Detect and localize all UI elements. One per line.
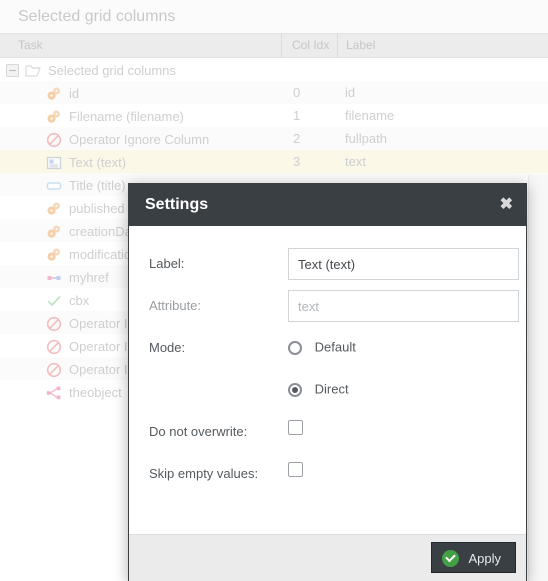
do-not-overwrite-caption: Do not overwrite: xyxy=(149,424,248,439)
attribute-caption: Attribute: xyxy=(149,298,202,313)
gears-icon xyxy=(46,109,62,125)
radio-default-icon xyxy=(288,340,302,355)
gears-icon xyxy=(46,247,62,263)
column-header-task[interactable]: Task xyxy=(0,34,281,57)
collapse-toggle-icon[interactable] xyxy=(6,64,19,78)
radio-mode-direct[interactable]: Direct xyxy=(288,378,349,400)
cell-col-idx: 3 xyxy=(293,154,301,169)
dialog-title: Settings xyxy=(145,196,209,213)
gears-icon xyxy=(46,86,62,102)
cell-task: Text (text) xyxy=(0,150,327,173)
dialog-header: Settings ✖ xyxy=(129,184,526,226)
column-header-col-idx[interactable]: Col Idx xyxy=(281,34,337,57)
row-task-label: cbx xyxy=(69,293,90,309)
link-icon xyxy=(46,270,62,286)
table-row[interactable]: id 0 id xyxy=(0,81,548,104)
cell-col-idx: 2 xyxy=(293,131,301,146)
field-row-attribute: Attribute: xyxy=(143,290,519,332)
cell-label: id xyxy=(345,85,356,100)
ignore-icon xyxy=(46,339,62,355)
apply-button[interactable]: Apply xyxy=(431,542,516,573)
text-field-icon xyxy=(46,155,62,171)
cell-col-idx xyxy=(281,58,337,81)
row-task-label: Selected grid columns xyxy=(48,63,176,79)
apply-button-label: Apply xyxy=(468,551,501,567)
table-row[interactable]: Operator Ignore Column 2 fullpath xyxy=(0,127,548,150)
row-task-label: myhref xyxy=(69,270,109,286)
table-row[interactable]: Selected grid columns xyxy=(0,58,548,81)
radio-default-label: Default xyxy=(314,339,356,355)
dialog-body: Label: Attribute: Mode: Default Direct D… xyxy=(129,226,526,534)
ignore-icon xyxy=(46,132,62,148)
row-task-label: published xyxy=(69,201,125,217)
radio-direct-icon xyxy=(288,382,302,397)
field-row-mode: Mode: Default Direct xyxy=(143,332,512,416)
row-task-label: Operator Ignore Column xyxy=(69,132,210,148)
row-task-label: theobject xyxy=(69,385,122,401)
radio-direct-label: Direct xyxy=(314,381,349,397)
skip-empty-values-checkbox[interactable] xyxy=(288,462,303,477)
checkmark-circle-icon xyxy=(442,550,460,568)
row-task-label: id xyxy=(69,86,80,102)
grid-header-row: Task Col Idx Label xyxy=(0,33,548,58)
right-gutter xyxy=(528,175,548,581)
field-row-skip-empty: Skip empty values: xyxy=(143,458,512,500)
ignore-icon xyxy=(46,362,62,378)
dialog-footer: Apply xyxy=(129,534,526,581)
cell-task: Filename (filename) xyxy=(0,104,327,127)
cell-label: text xyxy=(345,154,366,169)
ignore-icon xyxy=(46,316,62,332)
cell-col-idx: 1 xyxy=(293,108,301,123)
cell-task: Operator Ignore Column xyxy=(0,127,327,150)
table-row[interactable]: Filename (filename) 1 filename xyxy=(0,104,548,127)
row-task-label: Text (text) xyxy=(69,155,127,171)
table-row[interactable]: Text (text) 3 text xyxy=(0,150,548,173)
page-title: Selected grid columns xyxy=(0,0,548,33)
radio-mode-default[interactable]: Default xyxy=(288,336,356,358)
field-row-label: Label: xyxy=(143,248,519,290)
mode-caption: Mode: xyxy=(149,340,186,355)
cell-label: filename xyxy=(345,108,395,123)
skip-empty-values-caption: Skip empty values: xyxy=(149,466,259,481)
textbox-icon xyxy=(46,178,62,194)
row-task-label: Filename (filename) xyxy=(69,109,184,125)
field-row-do-not-overwrite: Do not overwrite: xyxy=(143,416,512,458)
attribute-input[interactable] xyxy=(288,290,519,322)
gears-icon xyxy=(46,201,62,217)
cell-task: Selected grid columns xyxy=(0,58,287,81)
do-not-overwrite-checkbox[interactable] xyxy=(288,420,303,435)
cell-task: id xyxy=(0,81,327,104)
object-relation-icon xyxy=(46,385,62,401)
cell-label: fullpath xyxy=(345,131,387,146)
checkmark-icon xyxy=(46,293,62,309)
cell-label xyxy=(337,58,548,81)
label-input[interactable] xyxy=(288,248,519,280)
gears-icon xyxy=(46,224,62,240)
settings-dialog: Settings ✖ Label: Attribute: Mode: Defau… xyxy=(128,183,527,581)
folder-icon xyxy=(25,63,41,79)
row-task-label: Title (title) xyxy=(69,178,126,194)
label-caption: Label: xyxy=(149,256,185,271)
cell-col-idx: 0 xyxy=(293,85,301,100)
column-header-label[interactable]: Label xyxy=(337,34,548,57)
close-icon[interactable]: ✖ xyxy=(500,184,513,226)
